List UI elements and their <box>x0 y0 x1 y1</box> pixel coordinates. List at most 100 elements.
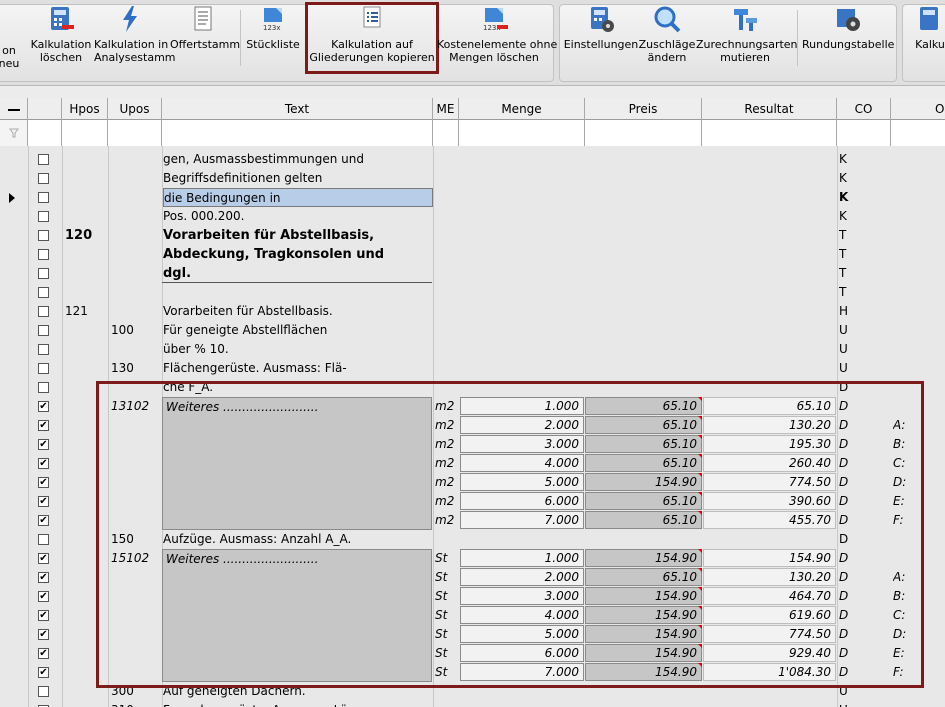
co-cell[interactable]: T <box>839 245 859 264</box>
co-cell[interactable]: K <box>839 207 859 226</box>
co-cell[interactable]: U <box>839 340 859 359</box>
hpos-cell[interactable] <box>65 340 105 359</box>
text-cell[interactable]: gen, Ausmassbestimmungen und <box>163 150 431 169</box>
row-selector[interactable] <box>0 378 28 397</box>
row-checkbox[interactable]: ✔ <box>38 648 49 659</box>
row-checkbox[interactable] <box>38 287 49 298</box>
row-checkbox[interactable]: ✔ <box>38 553 49 564</box>
offertstamm-button[interactable]: Offertstamm <box>170 4 240 74</box>
row-checkbox[interactable]: ✔ <box>38 572 49 583</box>
text-cell[interactable]: Fassadengerüste. Ausmass: Län- <box>163 701 431 707</box>
row-selector[interactable] <box>0 340 28 359</box>
table-row[interactable]: 310 Fassadengerüste. Ausmass: Län- U <box>0 701 945 707</box>
row-selector[interactable] <box>0 188 28 207</box>
row-checkbox[interactable]: ✔ <box>38 591 49 602</box>
row-selector[interactable] <box>0 701 28 707</box>
row-checkbox[interactable]: ✔ <box>38 401 49 412</box>
hpos-cell[interactable] <box>65 701 105 707</box>
row-selector[interactable] <box>0 644 28 663</box>
table-row[interactable]: gen, Ausmassbestimmungen und K <box>0 150 945 169</box>
hpos-cell[interactable] <box>65 264 105 283</box>
row-checkbox[interactable] <box>38 154 49 165</box>
table-row[interactable]: die Bedingungen in K <box>0 188 945 207</box>
row-checkbox[interactable]: ✔ <box>38 477 49 488</box>
row-checkbox[interactable] <box>38 230 49 241</box>
row-checkbox[interactable]: ✔ <box>38 458 49 469</box>
co-cell[interactable]: U <box>839 701 859 707</box>
row-checkbox[interactable] <box>38 192 49 203</box>
filter-cell[interactable] <box>62 120 108 146</box>
row-selector[interactable] <box>0 625 28 644</box>
row-checkbox[interactable]: ✔ <box>38 629 49 640</box>
table-row[interactable]: Begriffsdefinitionen gelten K <box>0 169 945 188</box>
text-cell[interactable]: über % 10. <box>163 340 431 359</box>
row-selector[interactable] <box>0 416 28 435</box>
column-upos[interactable]: Upos <box>108 98 162 120</box>
upos-cell[interactable] <box>111 188 159 207</box>
upos-cell[interactable] <box>111 283 159 302</box>
row-selector[interactable] <box>0 587 28 606</box>
co-cell[interactable]: K <box>839 188 859 207</box>
upos-cell[interactable]: 310 <box>111 701 159 707</box>
filter-cell[interactable] <box>891 120 945 146</box>
upos-cell[interactable] <box>111 150 159 169</box>
zurechnungsarten-mutieren-button[interactable]: Zurechnungsarten mutieren <box>696 4 798 74</box>
row-selector[interactable] <box>0 283 28 302</box>
upos-cell[interactable] <box>111 226 159 245</box>
hpos-cell[interactable] <box>65 188 105 207</box>
table-row[interactable]: über % 10. U <box>0 340 945 359</box>
upos-cell[interactable] <box>111 207 159 226</box>
filter-cell[interactable] <box>585 120 702 146</box>
filter-cell[interactable] <box>108 120 162 146</box>
column-me[interactable]: ME <box>433 98 459 120</box>
co-cell[interactable]: T <box>839 283 859 302</box>
text-cell[interactable]: Pos. 000.200. <box>163 207 431 226</box>
upos-cell[interactable] <box>111 169 159 188</box>
table-row[interactable]: 121 Vorarbeiten für Abstellbasis. H <box>0 302 945 321</box>
filter-cell[interactable] <box>702 120 837 146</box>
row-checkbox[interactable] <box>38 211 49 222</box>
column-text[interactable]: Text <box>162 98 433 120</box>
co-cell[interactable]: K <box>839 169 859 188</box>
filter-cell[interactable] <box>162 120 433 146</box>
row-selector[interactable] <box>0 169 28 188</box>
table-row[interactable]: T <box>0 283 945 302</box>
table-row[interactable]: 120 Vorarbeiten für Abstellbasis, T <box>0 226 945 245</box>
hpos-cell[interactable] <box>65 283 105 302</box>
text-cell[interactable]: Begriffsdefinitionen gelten <box>163 169 431 188</box>
row-selector[interactable] <box>0 511 28 530</box>
row-checkbox[interactable] <box>38 344 49 355</box>
upos-cell[interactable] <box>111 245 159 264</box>
co-cell[interactable]: U <box>839 321 859 340</box>
row-selector[interactable] <box>0 606 28 625</box>
row-checkbox[interactable]: ✔ <box>38 515 49 526</box>
row-checkbox[interactable] <box>38 382 49 393</box>
text-cell[interactable]: die Bedingungen in <box>163 188 433 207</box>
text-cell[interactable]: Für geneigte Abstellflächen <box>163 321 431 340</box>
table-row[interactable]: 100 Für geneigte Abstellflächen U <box>0 321 945 340</box>
text-cell[interactable]: Abdeckung, Tragkonsolen und <box>163 245 431 264</box>
row-selector[interactable] <box>0 226 28 245</box>
hpos-cell[interactable]: 120 <box>65 226 105 245</box>
table-row[interactable]: Pos. 000.200. K <box>0 207 945 226</box>
upos-cell[interactable] <box>111 340 159 359</box>
row-selector[interactable] <box>0 473 28 492</box>
kalkulation-loeschen-button[interactable]: Kalkulation löschen <box>30 4 92 74</box>
einstellungen-button[interactable]: Einstellungen <box>563 4 639 74</box>
row-checkbox[interactable] <box>38 325 49 336</box>
filter-cell[interactable] <box>433 120 459 146</box>
co-cell[interactable]: T <box>839 226 859 245</box>
co-cell[interactable]: U <box>839 359 859 378</box>
text-cell[interactable]: Vorarbeiten für Abstellbasis. <box>163 302 431 321</box>
row-selector[interactable] <box>0 435 28 454</box>
co-cell[interactable]: T <box>839 264 859 283</box>
upos-cell[interactable] <box>111 302 159 321</box>
filter-cell[interactable] <box>459 120 585 146</box>
kostenelemente-ohne-mengen-loeschen-button[interactable]: 123x Kostenelemente ohne Mengen löschen <box>437 4 557 74</box>
column-menge[interactable]: Menge <box>459 98 585 120</box>
row-checkbox[interactable]: ✔ <box>38 439 49 450</box>
kalku-button[interactable]: Kalku <box>905 4 945 74</box>
hpos-cell[interactable] <box>65 245 105 264</box>
table-row[interactable]: 130 Flächengerüste. Ausmass: Flä- U <box>0 359 945 378</box>
row-checkbox[interactable] <box>38 173 49 184</box>
